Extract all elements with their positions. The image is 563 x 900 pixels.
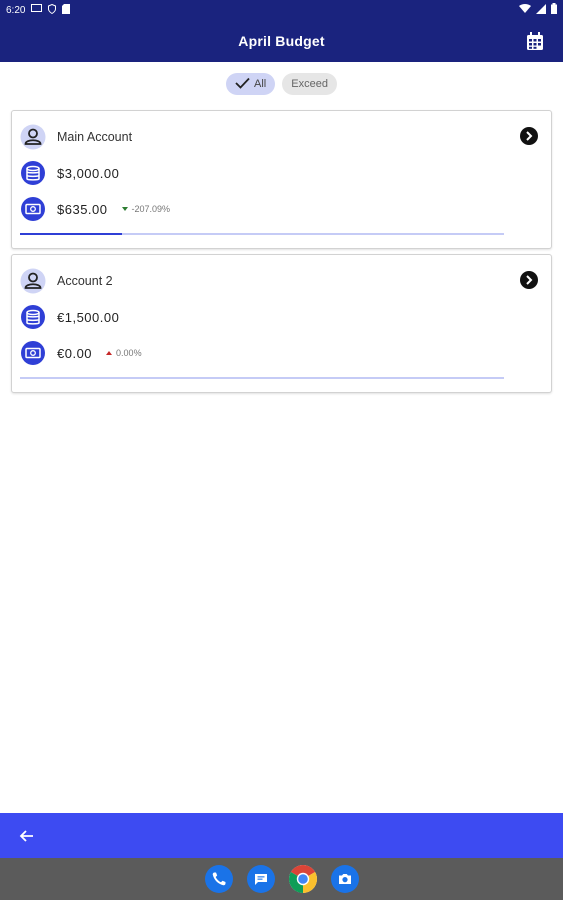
- cash-icon: [20, 196, 46, 222]
- person-icon: [20, 268, 46, 294]
- spent-amount: $635.00: [57, 201, 108, 217]
- calendar-icon[interactable]: [525, 30, 545, 52]
- chevron-right-icon[interactable]: [520, 127, 538, 145]
- cast-icon: [31, 4, 43, 16]
- account-name: Main Account: [57, 130, 133, 144]
- chevron-right-icon[interactable]: [520, 271, 538, 289]
- camera-icon[interactable]: [330, 865, 359, 893]
- budget-amount: €1,500.00: [57, 309, 120, 325]
- chip-label: Exceed: [291, 78, 328, 90]
- progress-bar: [20, 233, 504, 235]
- arrow-up-icon: [106, 351, 113, 355]
- status-time: 6:20: [6, 4, 26, 16]
- check-icon: [235, 77, 250, 92]
- sd-card-icon: [62, 3, 71, 17]
- budget-row: $3,000.00: [20, 160, 119, 186]
- spent-row: €0.00 0.00%: [20, 340, 142, 366]
- app-bar: April Budget: [0, 20, 563, 62]
- arrow-down-icon: [121, 207, 128, 211]
- account-row: Main Account: [20, 124, 132, 150]
- shield-icon: [48, 3, 57, 17]
- wifi-icon: [519, 4, 531, 16]
- spent-amount: €0.00: [57, 345, 93, 361]
- change-percent: 0.00%: [116, 348, 142, 358]
- person-icon: [20, 124, 46, 150]
- cash-icon: [20, 340, 46, 366]
- account-card[interactable]: Main Account $3,000.00 $635.00 -207.09%: [11, 110, 552, 249]
- battery-icon: [551, 3, 557, 17]
- change-indicator: 0.00%: [106, 348, 142, 358]
- budget-amount: $3,000.00: [57, 165, 120, 181]
- change-percent: -207.09%: [131, 204, 171, 214]
- system-dock: [0, 858, 563, 900]
- chip-all[interactable]: All: [226, 73, 276, 95]
- coins-icon: [20, 304, 46, 330]
- budget-row: €1,500.00: [20, 304, 119, 330]
- account-row: Account 2: [20, 268, 113, 294]
- chip-label: All: [254, 78, 267, 90]
- page-title: April Budget: [238, 33, 325, 49]
- bottom-bar: [0, 813, 563, 858]
- spent-row: $635.00 -207.09%: [20, 196, 170, 222]
- chrome-icon[interactable]: [288, 865, 317, 893]
- progress-fill: [20, 233, 122, 235]
- signal-icon: [536, 3, 546, 17]
- chip-exceed[interactable]: Exceed: [282, 73, 337, 95]
- messages-icon[interactable]: [246, 865, 275, 893]
- coins-icon: [20, 160, 46, 186]
- filter-chips: All Exceed: [0, 73, 563, 95]
- account-card[interactable]: Account 2 €1,500.00 €0.00 0.00%: [11, 254, 552, 393]
- account-name: Account 2: [57, 274, 113, 288]
- back-arrow-icon[interactable]: [17, 826, 37, 846]
- status-bar: 6:20: [0, 0, 563, 20]
- progress-bar: [20, 377, 504, 379]
- change-indicator: -207.09%: [121, 204, 171, 214]
- phone-icon[interactable]: [204, 865, 233, 893]
